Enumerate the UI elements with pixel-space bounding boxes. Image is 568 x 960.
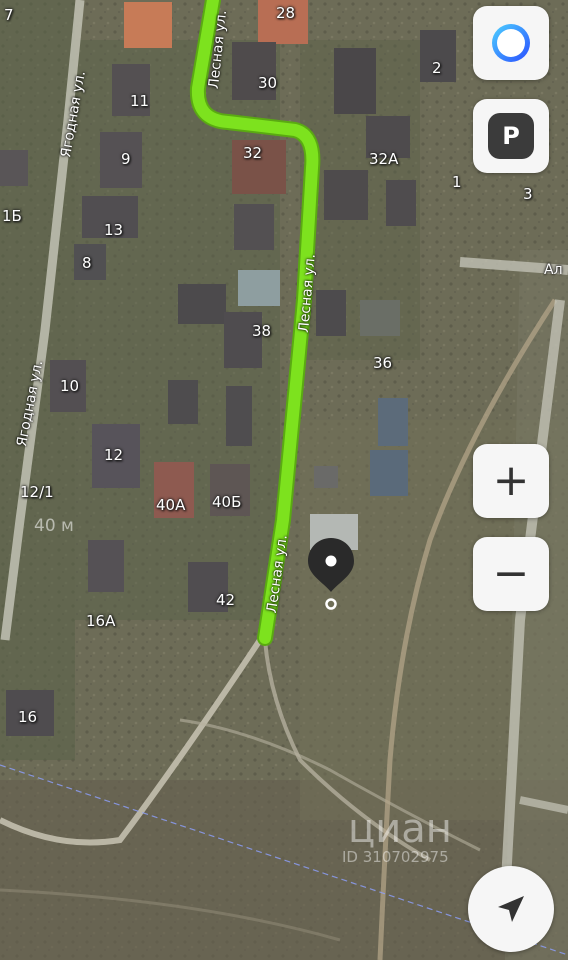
house-label: 13 (104, 221, 124, 239)
alice-voice-assistant-icon (492, 24, 530, 62)
house-label: 1Б (2, 207, 22, 225)
voice-assistant-button[interactable] (473, 6, 549, 80)
my-location-button[interactable] (468, 866, 554, 952)
house-label: 42 (216, 591, 236, 609)
house-label: 40А (156, 496, 186, 514)
parking-icon: P (488, 113, 534, 159)
house-label: 2 (432, 59, 442, 77)
zoom-in-button[interactable]: + (473, 444, 549, 518)
watermark-id: ID 310702975 (342, 848, 449, 866)
house-label: 32 (243, 144, 263, 162)
house-label: 38 (252, 322, 272, 340)
location-pin[interactable] (306, 536, 356, 612)
house-label: 30 (258, 74, 278, 92)
house-label: 36 (373, 354, 393, 372)
parking-button[interactable]: P (473, 99, 549, 173)
house-label: 10 (60, 377, 80, 395)
house-label: 3 (523, 185, 533, 203)
house-label: 40Б (212, 493, 242, 511)
house-label: 11 (130, 92, 150, 110)
street-label-al: Ал (544, 262, 563, 278)
plus-icon: + (492, 455, 530, 506)
watermark-brand: циан (348, 806, 452, 852)
house-label: 8 (82, 254, 92, 272)
zoom-out-button[interactable]: − (473, 537, 549, 611)
house-label: 16 (18, 708, 38, 726)
house-label: 28 (276, 4, 296, 22)
house-label: 7 (4, 6, 14, 24)
house-label: 1 (452, 173, 462, 191)
distance-label: 40 м (34, 516, 74, 536)
house-label: 12 (104, 446, 124, 464)
house-label: 16А (86, 612, 116, 630)
house-label: 9 (121, 150, 131, 168)
map-pin-icon (308, 538, 354, 610)
minus-icon: − (492, 548, 530, 599)
house-label: 32А (369, 150, 399, 168)
navigation-arrow-icon (498, 896, 524, 922)
house-label: 12/1 (20, 483, 54, 501)
